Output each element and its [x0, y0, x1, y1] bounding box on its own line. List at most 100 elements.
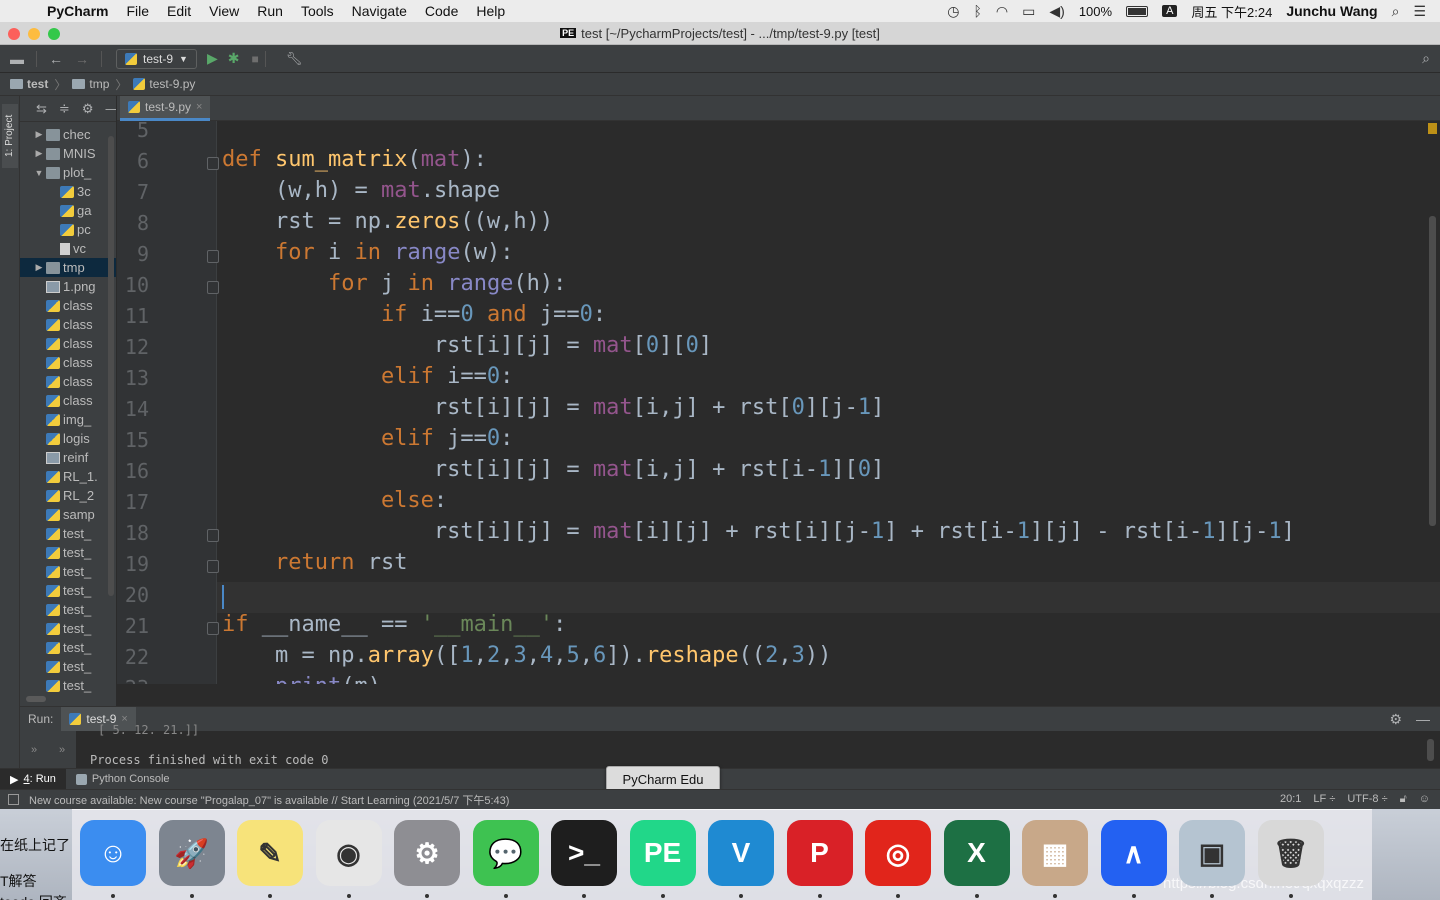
menu-app-name[interactable]: PyCharm — [38, 3, 117, 19]
menubar-clock[interactable]: 周五 下午2:24 — [1191, 2, 1272, 21]
project-tree-item[interactable]: samp — [20, 505, 116, 524]
breadcrumb-file[interactable]: test-9.py — [149, 77, 195, 91]
run-tool-tab[interactable]: ▶ 4: Run — [0, 768, 66, 790]
close-window-button[interactable] — [8, 28, 20, 40]
menu-run[interactable]: Run — [248, 3, 292, 19]
expand-icon[interactable]: » — [31, 744, 37, 756]
code-editor[interactable]: 567891011121314151617181920212223 def su… — [117, 121, 1440, 684]
project-tree-item[interactable]: ▶ tmp — [20, 258, 116, 277]
debug-icon[interactable]: ✱ — [228, 50, 240, 67]
volume-icon[interactable]: ◀) — [1049, 3, 1064, 20]
menu-code[interactable]: Code — [416, 3, 467, 19]
project-tree-item[interactable]: test_ — [20, 638, 116, 657]
project-tree-item[interactable]: reinf — [20, 448, 116, 467]
project-tree-item[interactable]: class — [20, 391, 116, 410]
menu-tools[interactable]: Tools — [292, 3, 343, 19]
dock-excel-icon[interactable]: X — [943, 820, 1010, 886]
chevron-right-icon[interactable]: ▶ — [32, 262, 46, 273]
dock-terminal-icon[interactable]: >_ — [551, 820, 617, 886]
dock-netease-music-icon[interactable]: ◎ — [865, 820, 931, 886]
dock-pdf-expert-icon[interactable]: P — [786, 820, 853, 886]
close-tab-icon[interactable]: × — [196, 101, 202, 113]
menubar-user[interactable]: Junchu Wang — [1286, 3, 1377, 19]
project-tree-item[interactable]: class — [20, 353, 116, 372]
dock-stickies-icon[interactable]: ✎ — [237, 820, 303, 886]
gear-icon[interactable]: ⚙ — [1389, 711, 1402, 728]
scroll-from-source-icon[interactable]: ⇆ — [36, 101, 47, 117]
dock-finder-icon[interactable]: ☺ — [80, 820, 146, 886]
dock-pycharm-edu-icon[interactable]: PE — [629, 820, 696, 886]
chevron-right-icon[interactable]: ▶ — [32, 148, 46, 159]
project-tree-item[interactable]: vc — [20, 239, 116, 258]
dock-wechat-icon[interactable]: 💬 — [472, 820, 539, 886]
line-separator[interactable]: LF ÷ — [1313, 793, 1335, 806]
breadcrumb-folder[interactable]: tmp — [89, 77, 109, 91]
project-tool-window-button[interactable]: 1: Project — [2, 104, 18, 168]
project-tree-item[interactable]: test_ — [20, 676, 116, 695]
project-tree-item[interactable]: RL_2 — [20, 486, 116, 505]
notification-center-icon[interactable]: ☰ — [1413, 3, 1426, 20]
project-tree-item[interactable]: pc — [20, 220, 116, 239]
menu-file[interactable]: File — [117, 3, 158, 19]
project-tree-item[interactable]: ▶ chec — [20, 125, 116, 144]
editor-scrollbar[interactable] — [1429, 216, 1436, 526]
back-arrow-icon[interactable]: ← — [43, 51, 69, 67]
search-icon[interactable]: ⌕ — [1422, 50, 1430, 67]
battery-icon[interactable] — [1126, 5, 1149, 17]
dock-preview-icon[interactable]: ▣ — [1179, 820, 1245, 886]
input-method-indicator[interactable]: A — [1162, 5, 1178, 17]
project-tree-item[interactable]: logis — [20, 429, 116, 448]
stop-icon[interactable]: ■ — [251, 52, 258, 66]
project-tree-item[interactable]: test_ — [20, 600, 116, 619]
project-tree-item[interactable]: 3c — [20, 182, 116, 201]
collapse-all-icon[interactable]: ≑ — [59, 101, 70, 117]
project-tree-item[interactable]: img_ — [20, 410, 116, 429]
dock-calculator-icon[interactable]: ▦ — [1022, 820, 1088, 886]
warning-marker-icon[interactable] — [1428, 123, 1437, 134]
horizontal-scrollbar[interactable] — [26, 696, 46, 702]
project-scrollbar[interactable] — [108, 136, 114, 596]
run-configuration-select[interactable]: test-9 ▼ — [116, 48, 197, 69]
gear-icon[interactable]: ⚙ — [82, 101, 94, 117]
menu-view[interactable]: View — [200, 3, 248, 19]
dock-system-preferences-icon[interactable]: ⚙ — [394, 820, 460, 886]
inspector-icon[interactable]: ☺ — [1419, 793, 1430, 806]
lock-icon[interactable]: 🔓︎ — [1400, 793, 1407, 806]
dock-launchpad-icon[interactable]: 🚀 — [158, 820, 225, 886]
project-tree-item[interactable]: test_ — [20, 581, 116, 600]
caret-position[interactable]: 20:1 — [1280, 793, 1301, 806]
project-tree-item[interactable]: 1.png — [20, 277, 116, 296]
dock-trash-icon[interactable]: 🗑 — [1257, 820, 1324, 886]
project-tree-item[interactable]: test_ — [20, 543, 116, 562]
console-scrollbar[interactable] — [1427, 739, 1434, 761]
minimize-window-button[interactable] — [28, 28, 40, 40]
python-console-tab[interactable]: Python Console — [66, 769, 180, 790]
expand-icon[interactable]: » — [59, 744, 65, 756]
chevron-right-icon[interactable]: ▶ — [32, 129, 46, 140]
hide-panel-icon[interactable]: — — [1416, 711, 1430, 728]
project-tree-item[interactable]: class — [20, 296, 116, 315]
hide-panel-icon[interactable]: — — [105, 101, 116, 116]
menu-navigate[interactable]: Navigate — [343, 3, 416, 19]
dock-vscode-icon[interactable]: V — [708, 820, 774, 886]
forward-arrow-icon[interactable]: → — [69, 51, 95, 67]
breadcrumb-project[interactable]: test — [27, 77, 48, 91]
fold-marker-icon[interactable] — [207, 250, 219, 263]
open-folder-icon[interactable]: ▬ — [4, 51, 30, 67]
project-tree-item[interactable]: ▼ plot_ — [20, 163, 116, 182]
project-tree-item[interactable]: class — [20, 334, 116, 353]
fold-marker-icon[interactable] — [207, 560, 219, 573]
tool-windows-toggle-icon[interactable] — [8, 794, 19, 805]
dock-chrome-icon[interactable]: ◉ — [315, 820, 382, 886]
menu-edit[interactable]: Edit — [158, 3, 200, 19]
project-tree-item[interactable]: class — [20, 372, 116, 391]
zoom-window-button[interactable] — [48, 28, 60, 40]
bluetooth-icon[interactable]: ᛒ — [974, 3, 982, 19]
menu-help[interactable]: Help — [467, 3, 514, 19]
fold-marker-icon[interactable] — [207, 529, 219, 542]
file-encoding[interactable]: UTF-8 ÷ — [1347, 793, 1387, 806]
wifi-icon[interactable]: ◠ — [996, 3, 1008, 20]
editor-tab-test-9[interactable]: test-9.py × — [120, 96, 211, 121]
run-console[interactable]: » » [ 5. 12. 21.]] Process finished with… — [20, 723, 1440, 768]
project-tree-item[interactable]: RL_1. — [20, 467, 116, 486]
